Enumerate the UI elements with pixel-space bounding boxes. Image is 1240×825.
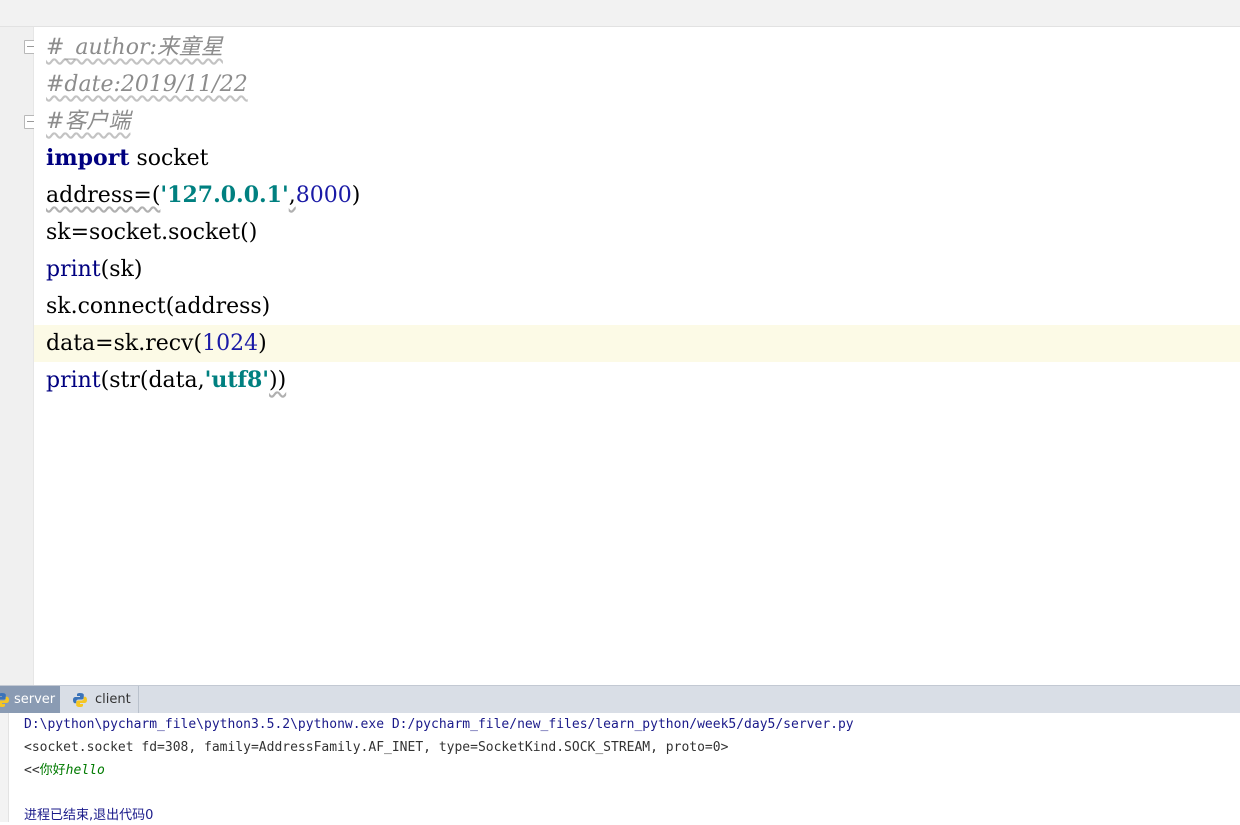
- console-command-line: D:\python\pycharm_file\python3.5.2\pytho…: [24, 717, 854, 732]
- number-literal: 1024: [202, 331, 259, 356]
- comment-text: #_author:来童星: [46, 35, 223, 60]
- run-tab-label: server: [14, 692, 56, 707]
- code-text: socket: [129, 146, 209, 171]
- code-text: (str(data,: [100, 368, 205, 393]
- code-text: ,: [288, 183, 296, 208]
- number-literal: 8000: [295, 183, 352, 208]
- code-text: sk=socket.socket(): [46, 220, 258, 245]
- run-tab-server[interactable]: server: [0, 686, 60, 713]
- code-line-4: import socket: [34, 140, 1240, 177]
- code-line-3: #客户端: [34, 103, 1240, 140]
- code-text: )): [269, 368, 287, 393]
- code-line-6: sk=socket.socket(): [34, 214, 1240, 251]
- code-text: address=(: [46, 183, 161, 208]
- run-tab-client[interactable]: client: [62, 686, 139, 713]
- code-line-1: #_author:来童星: [34, 29, 1240, 66]
- builtin-print: print: [46, 257, 101, 282]
- string-literal: '127.0.0.1': [160, 182, 289, 208]
- keyword-import: import: [46, 145, 130, 171]
- code-line-5: address=('127.0.0.1',8000): [34, 177, 1240, 214]
- editor-top-bar: [0, 0, 1240, 27]
- console-text: <<: [24, 763, 40, 778]
- code-line-8: sk.connect(address): [34, 288, 1240, 325]
- console-text: 你好: [39, 763, 66, 778]
- run-tab-bar: server client: [0, 685, 1240, 714]
- code-editor[interactable]: #_author:来童星 #date:2019/11/22 #客户端 impor…: [34, 27, 1240, 685]
- line-gutter: [0, 27, 38, 685]
- builtin-print: print: [46, 368, 101, 393]
- string-literal: 'utf8': [204, 367, 270, 393]
- code-line-10: print(str(data,'utf8')): [34, 362, 1240, 399]
- python-icon: [0, 693, 9, 707]
- console-output-line: <<你好hello: [24, 762, 105, 780]
- code-line-7: print(sk): [34, 251, 1240, 288]
- python-icon: [73, 693, 87, 707]
- comment-text: #date:2019/11/22: [46, 72, 248, 97]
- code-text: data=sk.recv(: [46, 331, 203, 356]
- code-text: ): [258, 331, 267, 356]
- console-exit-line: 进程已结束,退出代码0: [24, 808, 154, 823]
- comment-text: #客户端: [46, 109, 131, 134]
- run-tab-label: client: [95, 692, 131, 707]
- code-line-9-current: data=sk.recv(1024): [34, 325, 1240, 362]
- code-text: sk.connect(address): [46, 294, 271, 319]
- code-text: ): [351, 183, 361, 208]
- console-text: hello: [65, 763, 105, 778]
- console-output-line: <socket.socket fd=308, family=AddressFam…: [24, 740, 729, 755]
- code-text: (sk): [100, 257, 143, 282]
- console-gutter: [0, 713, 9, 822]
- code-line-2: #date:2019/11/22: [34, 66, 1240, 103]
- run-console[interactable]: D:\python\pycharm_file\python3.5.2\pytho…: [0, 713, 1240, 823]
